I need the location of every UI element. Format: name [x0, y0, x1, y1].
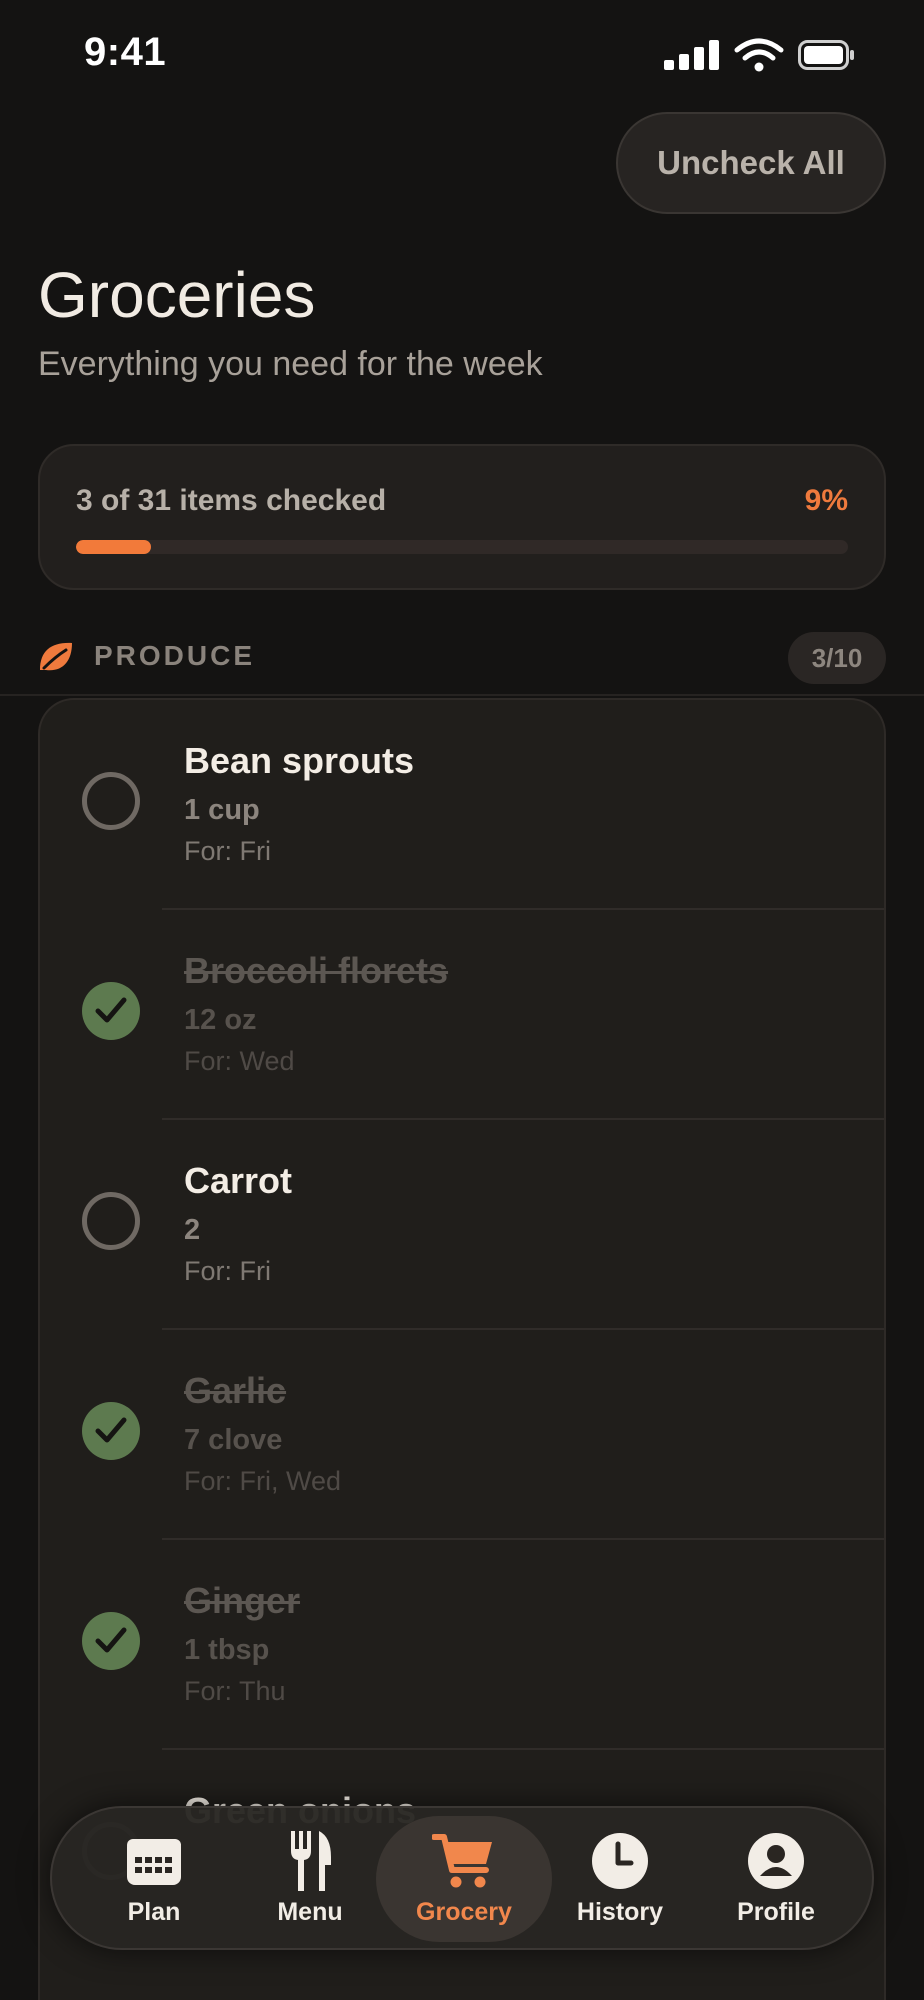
uncheck-all-button[interactable]: Uncheck All — [616, 112, 886, 214]
list-item[interactable]: Garlic 7 clove For: Fri, Wed — [40, 1330, 884, 1540]
item-quantity: 1 tbsp — [184, 1634, 270, 1666]
progress-bar-fill — [76, 540, 151, 554]
item-for-days: For: Wed — [184, 1046, 295, 1076]
status-time: 9:41 — [84, 30, 167, 74]
list-item[interactable]: Carrot 2 For: Fri — [40, 1120, 884, 1330]
tab-grocery[interactable]: Grocery — [376, 1816, 552, 1942]
item-name: Ginger — [184, 1580, 301, 1621]
cart-icon — [432, 1833, 492, 1887]
status-bar: 9:41 — [0, 0, 924, 100]
progress-text: 3 of 31 items checked — [76, 484, 387, 517]
tab-label: Menu — [277, 1897, 343, 1926]
item-for-days: For: Thu — [184, 1676, 286, 1706]
item-name: Bean sprouts — [184, 740, 415, 781]
tab-label: Grocery — [416, 1897, 512, 1926]
section-title: PRODUCE — [94, 640, 256, 671]
item-for-days: For: Fri — [184, 1256, 271, 1286]
list-item[interactable]: Bean sprouts 1 cup For: Fri — [40, 700, 884, 910]
list-item[interactable]: Ginger 1 tbsp For: Thu — [40, 1540, 884, 1750]
fork-knife-icon — [291, 1830, 331, 1891]
tab-label: History — [576, 1897, 664, 1926]
clock-icon — [592, 1832, 648, 1889]
checkmark-icon — [95, 1627, 127, 1653]
tab-profile[interactable]: Profile — [688, 1816, 864, 1942]
wifi-icon — [734, 38, 784, 72]
checkbox[interactable] — [82, 772, 140, 830]
progress-bar — [76, 540, 848, 554]
grocery-list: Bean sprouts 1 cup For: Fri Broccoli flo… — [38, 698, 886, 2000]
tab-plan[interactable]: Plan — [66, 1816, 242, 1942]
checkbox-checked[interactable] — [82, 1402, 140, 1460]
checkbox-checked[interactable] — [82, 982, 140, 1040]
tab-menu[interactable]: Menu — [222, 1816, 398, 1942]
item-name: Carrot — [184, 1160, 293, 1201]
checkbox[interactable] — [82, 1192, 140, 1250]
person-icon — [748, 1832, 804, 1889]
progress-card: 3 of 31 items checked 9% — [38, 444, 886, 590]
item-name: Broccoli florets — [184, 950, 449, 991]
leaf-icon — [40, 642, 72, 671]
item-name: Garlic — [184, 1370, 287, 1411]
item-for-days: For: Fri — [184, 836, 271, 866]
tab-history[interactable]: History — [532, 1816, 708, 1942]
item-quantity: 7 clove — [184, 1424, 283, 1456]
item-quantity: 1 cup — [184, 794, 260, 826]
checkmark-icon — [95, 1417, 127, 1443]
battery-icon — [798, 40, 854, 70]
item-quantity: 12 oz — [184, 1004, 257, 1036]
tab-label: Profile — [737, 1897, 815, 1926]
section-header-produce[interactable]: PRODUCE 3/10 — [0, 620, 924, 696]
tab-bar: Plan Menu Grocery History Profile — [50, 1806, 874, 1950]
item-for-days: For: Fri, Wed — [184, 1466, 342, 1496]
progress-percent: 9% — [804, 484, 848, 517]
tab-label: Plan — [127, 1897, 181, 1926]
page-subtitle: Everything you need for the week — [38, 345, 543, 383]
page-title: Groceries — [38, 259, 316, 331]
checkmark-icon — [95, 997, 127, 1023]
list-item[interactable]: Broccoli florets 12 oz For: Wed — [40, 910, 884, 1120]
calendar-icon — [127, 1838, 181, 1885]
item-quantity: 2 — [184, 1214, 201, 1246]
status-icons — [664, 38, 856, 72]
section-count-badge: 3/10 — [788, 632, 886, 684]
signal-icon — [664, 40, 719, 70]
checkbox-checked[interactable] — [82, 1612, 140, 1670]
